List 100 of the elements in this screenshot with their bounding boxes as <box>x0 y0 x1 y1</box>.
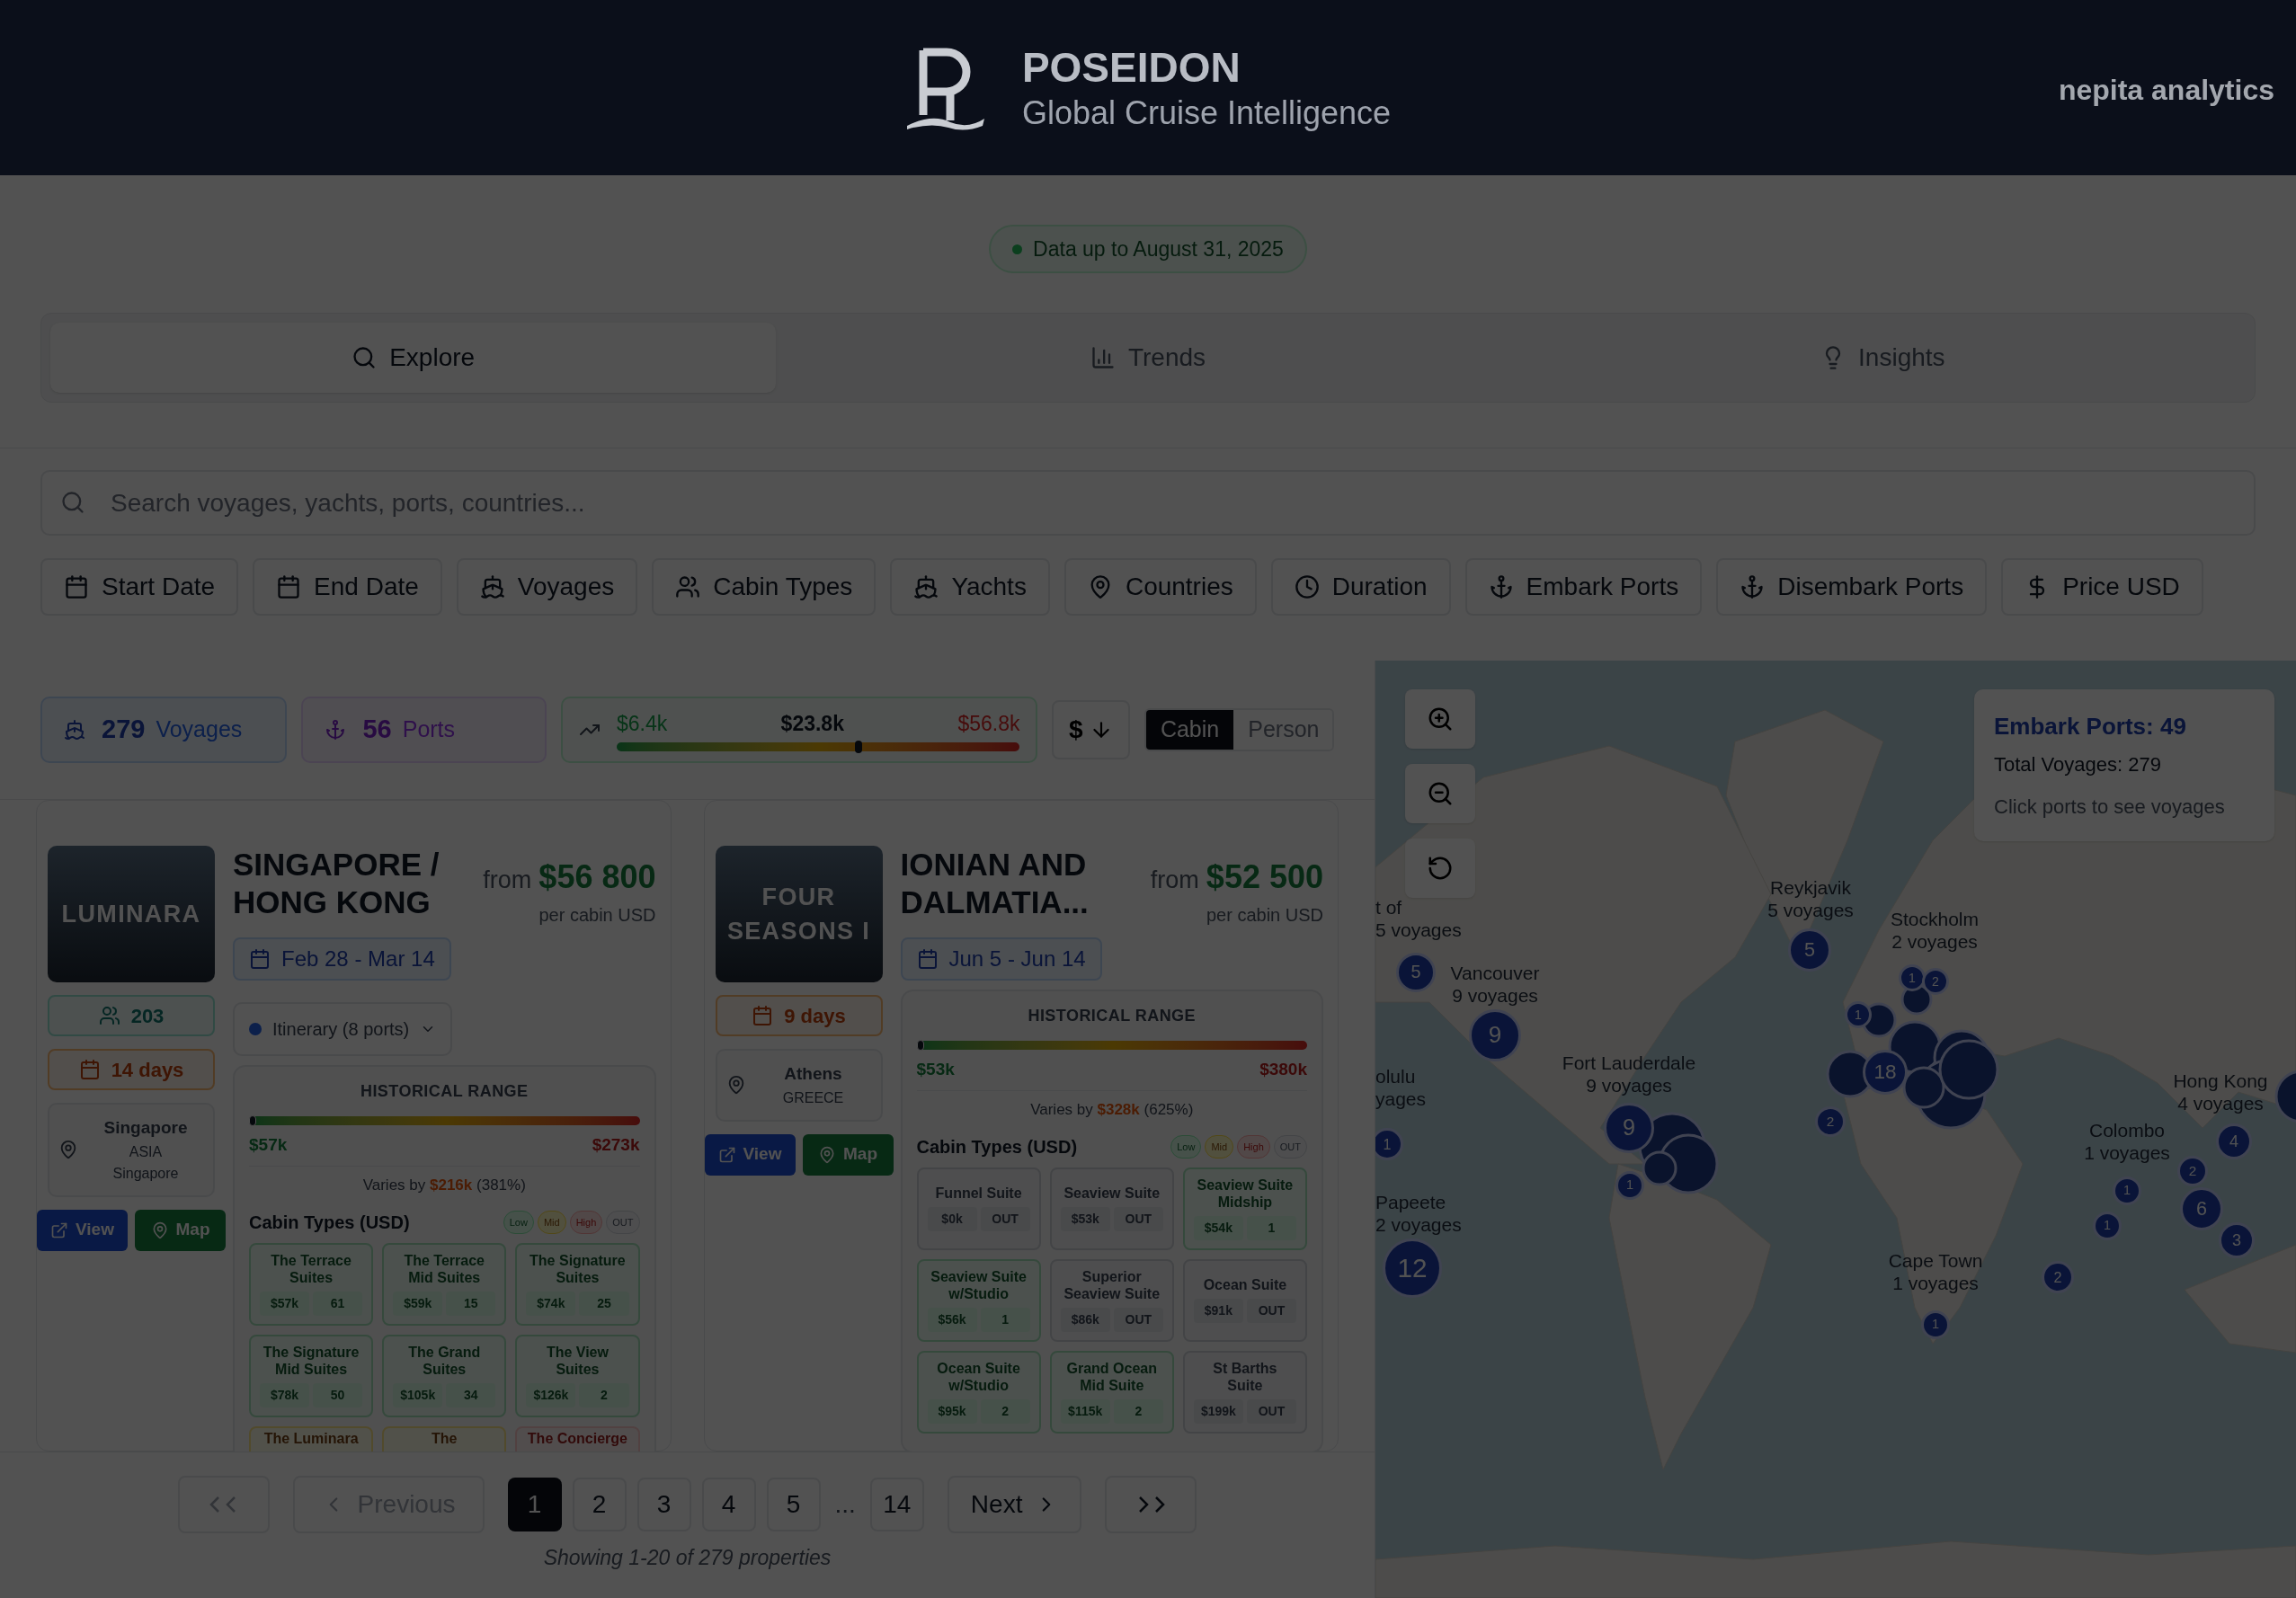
city-label: Vancouver <box>1450 962 1540 984</box>
from-label: from <box>1150 866 1199 895</box>
cabin-count: 34 <box>446 1382 496 1407</box>
anchor-icon <box>1740 574 1766 599</box>
rotate-icon <box>1427 855 1454 882</box>
date-range: Feb 28 - Mar 14 <box>281 945 435 972</box>
city-label: Stockholm <box>1891 908 1979 930</box>
cabin-price: $56k <box>927 1307 977 1332</box>
cabin-price: $126k <box>526 1382 576 1407</box>
ship-icon <box>64 719 85 741</box>
legend-badge: Low <box>503 1211 534 1234</box>
ports-label: Ports <box>402 715 456 744</box>
cabin-count: 25 <box>579 1291 629 1316</box>
view-button[interactable]: View <box>37 1209 128 1251</box>
search-icon <box>60 490 85 515</box>
map-button[interactable]: Map <box>135 1209 226 1251</box>
range-marker <box>249 1115 256 1126</box>
country-text: GREECE <box>782 1088 844 1107</box>
city-label: t of <box>1375 896 1402 919</box>
cabin-name: The <box>432 1430 458 1447</box>
data-date-text: Data up to August 31, 2025 <box>1033 235 1284 262</box>
range-min: $53k <box>916 1059 955 1080</box>
cabin-name: The Signature Mid Suites <box>262 1343 360 1378</box>
zoom-in-button[interactable] <box>1405 689 1475 749</box>
filter-button[interactable]: Voyages <box>456 558 638 616</box>
city-label: Hong Kong <box>2173 1070 2268 1092</box>
range-max: $273k <box>592 1134 640 1156</box>
page-button[interactable]: 14 <box>869 1478 924 1531</box>
last-page-button[interactable] <box>1105 1476 1197 1533</box>
filter-button[interactable]: End Date <box>253 558 442 616</box>
nav-tab[interactable]: Explore <box>50 323 777 393</box>
cabin-price: $74k <box>526 1291 576 1316</box>
app-title: POSEIDON <box>1021 42 1241 93</box>
cabin-name: The Grand Suites <box>407 1343 482 1378</box>
cabin-name: The Luminara <box>263 1430 359 1447</box>
page-button[interactable]: 1 <box>507 1478 562 1531</box>
reset-view-button[interactable] <box>1405 839 1475 898</box>
port-name: Athens <box>784 1063 842 1085</box>
duration-text: 9 days <box>784 1003 846 1029</box>
view-button[interactable]: View <box>704 1133 796 1176</box>
voyage-title: IONIAN AND DALMATIA... <box>900 846 1090 921</box>
cabin-price: $115k <box>1060 1398 1110 1424</box>
cabin-name: The View Suites <box>545 1343 610 1378</box>
next-button[interactable]: Next <box>947 1476 1082 1533</box>
external-link-icon <box>50 1221 68 1239</box>
cabin-count: 2 <box>980 1398 1030 1424</box>
legend-badge: High <box>569 1211 603 1234</box>
users-icon <box>675 574 701 599</box>
price-current: $23.8k <box>780 710 844 737</box>
range-title: HISTORICAL RANGE <box>1028 1006 1197 1026</box>
date-range: Jun 5 - Jun 14 <box>948 945 1086 972</box>
varies-text: Varies by $328k (625%) <box>1030 1099 1194 1120</box>
toggle-option[interactable]: Cabin <box>1145 710 1234 750</box>
cabin-name: Seaview Suite w/Studio <box>930 1267 1028 1302</box>
ship-icon <box>479 574 505 599</box>
voyages-count: 279 <box>102 714 146 746</box>
map-button[interactable]: Map <box>802 1133 894 1176</box>
zoom-out-button[interactable] <box>1405 764 1475 823</box>
cabin-count: 15 <box>446 1291 496 1316</box>
price-text: $56 800 <box>538 857 656 897</box>
cabin-name: The Concierge <box>527 1430 627 1447</box>
range-max: $380k <box>1259 1059 1307 1080</box>
price-slider[interactable] <box>616 742 1020 752</box>
filter-button[interactable]: Disembark Ports <box>1716 558 1988 616</box>
page-button[interactable]: 5 <box>766 1478 821 1531</box>
cabin-name: Ocean Suite <box>1203 1276 1287 1293</box>
filter-button[interactable]: Start Date <box>40 558 239 616</box>
calendar-icon <box>916 948 939 970</box>
itinerary-dropdown[interactable]: Itinerary (8 ports) <box>233 1002 453 1056</box>
filter-button[interactable]: Cabin Types <box>652 558 877 616</box>
city-label: Reykjavik <box>1770 876 1851 899</box>
page-button[interactable]: 2 <box>572 1478 627 1531</box>
cabin-count: 50 <box>313 1382 363 1407</box>
bar-chart-icon <box>1090 345 1116 370</box>
varies-text: Varies by $216k (381%) <box>362 1175 526 1195</box>
anchor-icon <box>1488 574 1514 599</box>
voyages-label: 5 voyages <box>1767 899 1854 921</box>
cabin-count: 2 <box>579 1382 629 1407</box>
filter-button[interactable]: Countries <box>1063 558 1257 616</box>
info-title: Embark Ports: 49 <box>1994 712 2187 741</box>
legend-badge: Low <box>1170 1135 1202 1159</box>
price-text: $52 500 <box>1206 857 1323 897</box>
calendar-icon <box>276 574 302 599</box>
duration-text: 14 days <box>111 1057 184 1083</box>
filter-button[interactable]: Price USD <box>2001 558 2203 616</box>
sort-button[interactable]: $ <box>1052 700 1130 759</box>
range-marker <box>916 1040 924 1051</box>
page-button[interactable]: 4 <box>701 1478 756 1531</box>
filter-button[interactable]: Embark Ports <box>1464 558 1703 616</box>
slider-thumb[interactable] <box>855 741 863 754</box>
price-max: $56.8k <box>957 710 1020 737</box>
filter-button[interactable]: Duration <box>1270 558 1451 616</box>
external-link-icon <box>717 1145 736 1164</box>
cabin-price: $57k <box>260 1291 310 1316</box>
world-map[interactable] <box>1375 661 2296 1598</box>
map-pin-icon <box>58 1140 78 1160</box>
filter-button[interactable]: Yachts <box>890 558 1050 616</box>
cabin-price: $95k <box>927 1398 977 1424</box>
page-button[interactable]: 3 <box>636 1478 691 1531</box>
cabin-types-title: Cabin Types (USD) <box>916 1136 1078 1159</box>
